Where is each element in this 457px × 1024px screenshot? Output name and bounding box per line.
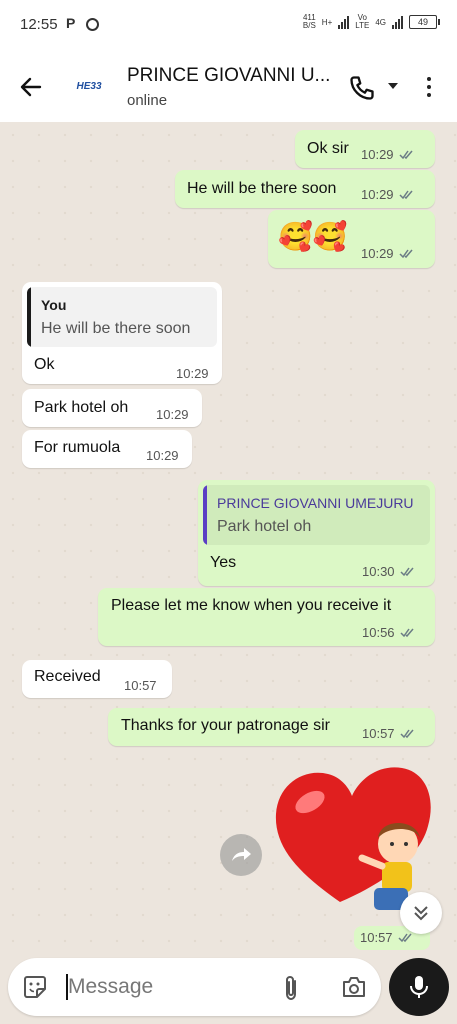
- message-bubble-incoming[interactable]: Received 10:57: [22, 660, 172, 698]
- status-time: 12:55: [20, 16, 58, 33]
- message-time: 10:30: [362, 564, 416, 579]
- network-speed: 411 B/S: [302, 13, 316, 30]
- call-dropdown-icon[interactable]: [388, 83, 398, 89]
- quoted-text: He will be there soon: [41, 320, 191, 337]
- status-bar: 12:55 P 411 B/S H+ Vo LTE 4G 49: [0, 0, 457, 52]
- circle-notification-icon: [86, 18, 99, 31]
- message-text: Received: [34, 668, 101, 685]
- message-text: Please let me know when you receive it: [111, 597, 392, 614]
- chat-area[interactable]: Ok sir 10:29 He will be there soon 10:29…: [0, 122, 457, 962]
- parking-indicator: P: [66, 15, 76, 31]
- read-receipt-icon: [399, 729, 414, 738]
- battery-icon: 49: [409, 15, 440, 29]
- read-receipt-icon: [398, 249, 413, 258]
- quoted-text: Park hotel oh: [217, 518, 312, 535]
- forward-button[interactable]: [220, 834, 262, 876]
- read-receipt-icon: [398, 150, 413, 159]
- sticker-emoji-icon[interactable]: [22, 974, 48, 1000]
- double-chevron-down-icon: [414, 906, 428, 921]
- message-bubble-outgoing[interactable]: He will be there soon 10:29: [175, 170, 435, 208]
- signal-icon: [338, 15, 350, 29]
- message-bubble-incoming[interactable]: You He will be there soon Ok 10:29: [22, 282, 222, 384]
- message-time: 10:29: [361, 187, 415, 202]
- volte-label: Vo LTE: [355, 13, 370, 30]
- microphone-icon: [410, 976, 428, 998]
- paperclip-icon[interactable]: [280, 974, 304, 1002]
- back-arrow-icon[interactable]: [16, 72, 46, 102]
- message-text: Park hotel oh: [34, 399, 129, 416]
- more-options-icon[interactable]: [420, 75, 438, 99]
- message-text: Thanks for your patronage sir: [121, 717, 330, 734]
- message-text: For rumuola: [34, 439, 121, 456]
- avatar[interactable]: HE33: [68, 72, 110, 100]
- message-text: He will be there soon: [187, 180, 337, 197]
- message-bubble-outgoing[interactable]: Ok sir 10:29: [295, 130, 435, 168]
- read-receipt-icon: [399, 567, 414, 576]
- contact-status: online: [127, 92, 168, 109]
- message-input[interactable]: Message: [68, 975, 153, 999]
- read-receipt-icon: [398, 190, 413, 199]
- message-time: 10:57: [124, 678, 157, 693]
- message-time: 10:29: [361, 246, 415, 261]
- read-receipt-icon: [397, 933, 412, 942]
- network-type-1: H+: [321, 17, 333, 27]
- contact-name[interactable]: PRINCE GIOVANNI U...: [127, 65, 330, 87]
- message-bubble-incoming[interactable]: Park hotel oh 10:29: [22, 389, 202, 427]
- message-text: Yes: [210, 554, 237, 571]
- message-time: 10:29: [146, 448, 179, 463]
- message-text: Ok: [34, 356, 55, 373]
- network-type-2: 4G: [375, 17, 386, 27]
- scroll-to-bottom-button[interactable]: [400, 892, 442, 934]
- message-bubble-outgoing[interactable]: Please let me know when you receive it 1…: [98, 588, 435, 646]
- emoji-message: 🥰🥰: [278, 221, 348, 252]
- voice-message-button[interactable]: [389, 958, 449, 1016]
- message-text: Ok sir: [307, 140, 349, 157]
- status-icons: 411 B/S H+ Vo LTE 4G 49: [302, 13, 440, 30]
- message-time: 10:29: [156, 407, 189, 422]
- message-time: 10:57: [362, 726, 416, 741]
- phone-icon[interactable]: [348, 74, 376, 102]
- forward-icon: [232, 848, 251, 861]
- message-input-bar[interactable]: Message: [8, 958, 381, 1016]
- message-time: 10:29: [176, 366, 209, 381]
- message-bubble-outgoing[interactable]: Thanks for your patronage sir 10:57: [108, 708, 435, 746]
- message-bubble-outgoing[interactable]: PRINCE GIOVANNI UMEJURU Park hotel oh Ye…: [198, 480, 435, 586]
- chat-header: HE33 PRINCE GIOVANNI U... online: [0, 52, 457, 122]
- message-time: 10:57: [360, 930, 414, 945]
- camera-icon[interactable]: [341, 975, 367, 999]
- message-bubble-incoming[interactable]: For rumuola 10:29: [22, 430, 192, 468]
- message-bubble-outgoing[interactable]: 🥰🥰 10:29: [268, 210, 435, 268]
- heart-sticker[interactable]: [270, 762, 440, 912]
- quoted-sender: PRINCE GIOVANNI UMEJURU: [217, 495, 414, 511]
- message-time: 10:56: [362, 625, 416, 640]
- quoted-sender: You: [41, 297, 67, 313]
- quoted-message[interactable]: PRINCE GIOVANNI UMEJURU Park hotel oh: [203, 485, 430, 545]
- message-time: 10:29: [361, 147, 415, 162]
- signal-icon-2: [392, 15, 403, 29]
- read-receipt-icon: [399, 628, 414, 637]
- quoted-message[interactable]: You He will be there soon: [27, 287, 217, 347]
